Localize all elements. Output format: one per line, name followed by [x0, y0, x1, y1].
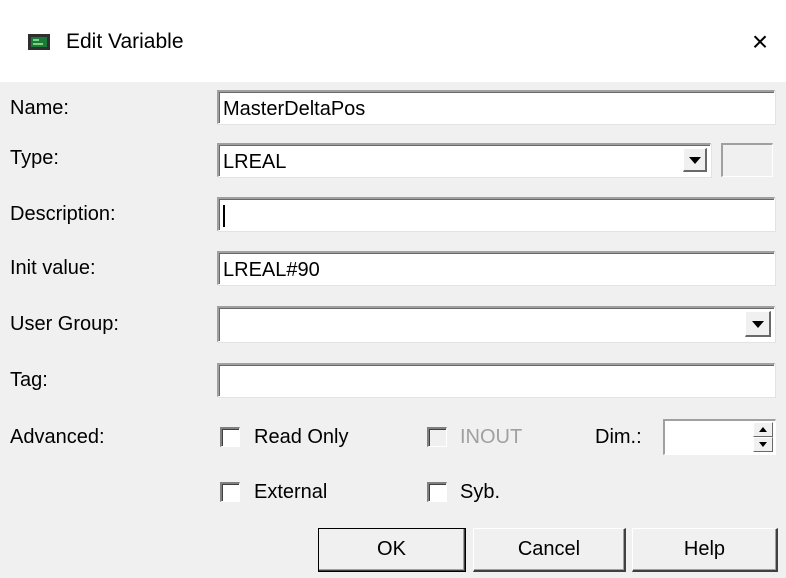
init-value-input-value: LREAL#90	[223, 259, 320, 281]
type-extra-button[interactable]	[721, 143, 773, 177]
user-group-select[interactable]	[217, 306, 775, 342]
init-value-label: Init value:	[10, 257, 96, 279]
type-dropdown-button[interactable]	[683, 148, 707, 172]
inout-checkbox	[427, 427, 447, 447]
description-input[interactable]	[217, 197, 775, 231]
init-value-input[interactable]: LREAL#90	[217, 251, 775, 285]
close-icon[interactable]: ×	[746, 28, 774, 56]
read-only-checkbox[interactable]	[220, 427, 240, 447]
dim-spin-buttons[interactable]	[753, 422, 773, 452]
spin-down-icon[interactable]	[753, 437, 773, 452]
help-button[interactable]: Help	[632, 528, 778, 572]
tag-label: Tag:	[10, 369, 48, 391]
name-input[interactable]: MasterDeltaPos	[217, 90, 775, 124]
user-group-label: User Group:	[10, 313, 119, 335]
name-label: Name:	[10, 97, 69, 119]
tag-input[interactable]	[217, 363, 775, 397]
spin-up-icon[interactable]	[753, 422, 773, 437]
type-select[interactable]: LREAL	[217, 143, 711, 177]
dialog-title: Edit Variable	[66, 30, 184, 53]
description-label: Description:	[10, 203, 116, 225]
syb-label[interactable]: Syb.	[460, 480, 500, 504]
dim-spinner[interactable]	[663, 419, 776, 455]
cancel-button[interactable]: Cancel	[473, 528, 626, 572]
advanced-label: Advanced:	[10, 426, 105, 448]
syb-checkbox[interactable]	[427, 482, 447, 502]
inout-label: INOUT	[460, 426, 523, 448]
external-label[interactable]: External	[254, 480, 327, 504]
text-caret	[223, 205, 225, 227]
type-select-value: LREAL	[223, 151, 287, 173]
read-only-label[interactable]: Read Only	[254, 425, 349, 449]
title-bar[interactable]: Edit Variable ×	[0, 0, 786, 82]
type-label: Type:	[10, 147, 59, 169]
name-input-value: MasterDeltaPos	[223, 98, 366, 120]
external-checkbox[interactable]	[220, 482, 240, 502]
ok-button[interactable]: OK	[318, 528, 466, 572]
dim-label: Dim.:	[595, 426, 642, 448]
variable-chip-icon	[28, 34, 50, 50]
user-group-dropdown-button[interactable]	[745, 311, 771, 337]
